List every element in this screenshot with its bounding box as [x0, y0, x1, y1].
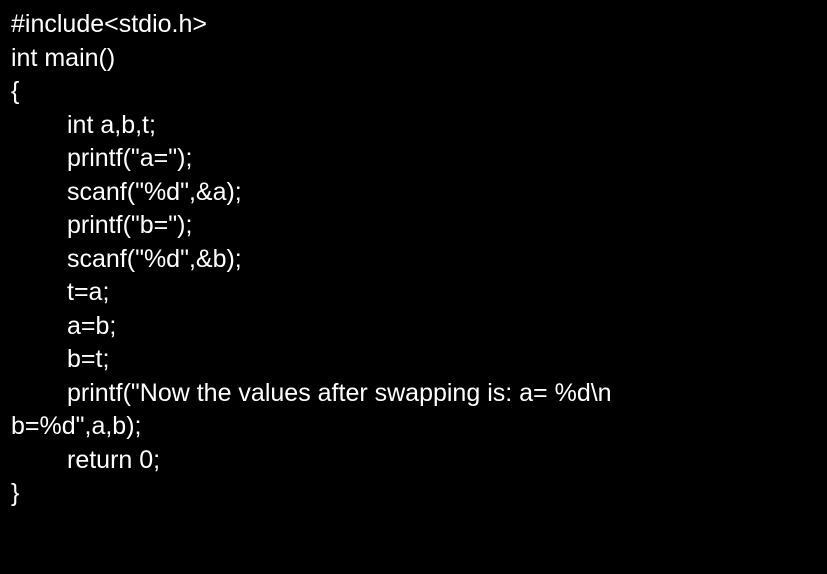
code-line-main-signature: int main() — [11, 43, 116, 72]
code-line-assign-t: t=a; — [67, 278, 110, 306]
code-line-include: #include<stdio.h> — [11, 10, 207, 38]
code-line-printf-result: printf("Now the values after swapping is… — [67, 378, 612, 407]
code-line-printf-a: printf("a="); — [67, 144, 193, 172]
code-line-return: return 0; — [67, 445, 161, 474]
code-line-scanf-a: scanf("%d",&a); — [67, 177, 242, 206]
code-line-assign-a: a=b; — [67, 311, 117, 340]
code-line-printf-result-continued: b=%d",a,b); — [11, 412, 142, 440]
code-line-printf-b: printf("b="); — [67, 211, 193, 239]
code-line-close-brace: } — [11, 479, 20, 507]
code-line-declaration: int a,b,t; — [67, 110, 156, 139]
code-line-scanf-b: scanf("%d",&b); — [67, 244, 242, 273]
code-line-assign-b: b=t; — [67, 345, 110, 373]
code-view: #include<stdio.h> int main() { int a,b,t… — [0, 0, 827, 574]
code-line-open-brace: { — [11, 77, 20, 105]
